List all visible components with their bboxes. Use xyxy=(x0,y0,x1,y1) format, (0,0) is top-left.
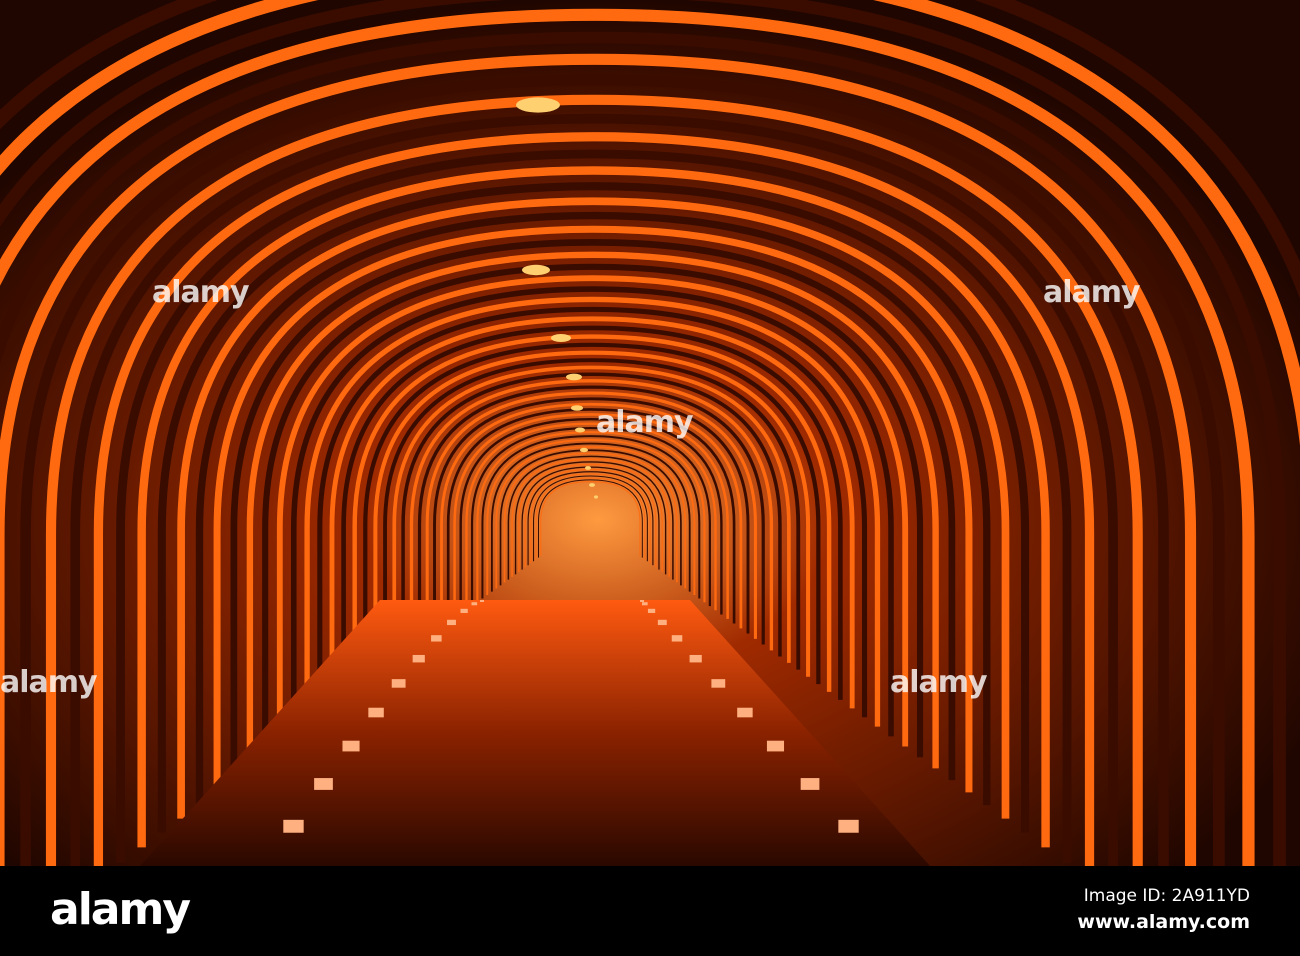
watermark: alamy xyxy=(596,405,694,440)
lane-dash xyxy=(647,608,656,613)
ceiling-lamp xyxy=(551,334,571,342)
lane-dash xyxy=(766,740,785,752)
lane-dash xyxy=(342,740,360,752)
ceiling-lamp xyxy=(522,264,550,276)
ceiling-lamp xyxy=(585,466,591,470)
lane-dash xyxy=(368,707,384,718)
lane-dash xyxy=(640,600,644,602)
lane-dash xyxy=(689,654,702,663)
lane-dash xyxy=(447,619,456,626)
lane-dash xyxy=(391,679,406,688)
ceiling-lamp xyxy=(516,97,560,113)
lane-dash xyxy=(412,654,425,663)
watermark: alamy xyxy=(152,275,250,310)
lane-dash xyxy=(431,635,442,642)
ceiling-lamp xyxy=(571,405,583,411)
lane-dash xyxy=(657,619,667,626)
footer-bar: alamy Image ID: 2A911YD www.alamy.com xyxy=(0,866,1300,956)
lane-dash xyxy=(800,778,820,790)
lane-dash xyxy=(711,679,726,688)
watermark: alamy xyxy=(890,665,988,700)
lane-dash xyxy=(737,707,753,718)
website-link: www.alamy.com xyxy=(1077,911,1250,933)
ceiling-lamp xyxy=(580,447,588,453)
alamy-logo: alamy xyxy=(50,884,191,935)
ceiling-lamp xyxy=(594,495,598,499)
lane-dash xyxy=(480,600,484,602)
lane-dash xyxy=(283,819,304,833)
ceiling-lamp xyxy=(566,373,582,381)
ceiling-lamp xyxy=(575,427,585,433)
lane-dash xyxy=(671,635,683,642)
image-id: Image ID: 2A911YD xyxy=(1083,886,1250,906)
lane-dash xyxy=(471,602,478,606)
lane-dash xyxy=(641,602,648,606)
lane-dash xyxy=(460,608,468,613)
lane-dash xyxy=(838,819,859,833)
tunnel-photo: alamy alamy alamy alamy alamy xyxy=(0,0,1300,866)
lane-dash xyxy=(314,778,333,790)
watermark: alamy xyxy=(0,665,98,700)
ceiling-lamp xyxy=(589,483,595,487)
watermark: alamy xyxy=(1043,275,1141,310)
